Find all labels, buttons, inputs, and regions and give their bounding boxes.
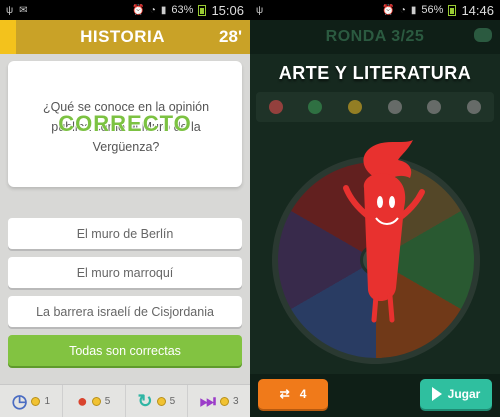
powerup-refresh[interactable]: ↻ 5	[126, 385, 189, 417]
powerup-cost: 1	[44, 395, 51, 407]
category-token-icon	[268, 100, 283, 114]
skip-icon: ⏭	[199, 390, 216, 411]
round-header: RONDA 3/25	[250, 20, 500, 54]
category-token-icon	[348, 100, 363, 114]
category-title: ARTE Y LITERATURA	[278, 63, 472, 83]
category-flag	[0, 20, 16, 54]
clock-icon: ◷	[11, 390, 28, 411]
result-banner: CORRECTO	[58, 111, 192, 136]
answer-option-4-correct[interactable]: Todas son correctas	[8, 335, 242, 366]
category-token-icon	[467, 100, 482, 114]
category-token-icon	[308, 100, 323, 114]
coin-icon	[219, 396, 229, 406]
usb-icon: ψ	[6, 4, 14, 16]
usb-icon: ψ	[256, 4, 264, 16]
coin-icon	[31, 396, 41, 406]
chat-icon[interactable]	[474, 28, 492, 42]
powerup-bar: ◷ 1 ● 5 ↻ 5 ⏭ 3	[0, 384, 250, 417]
powerup-cost: 5	[104, 395, 111, 407]
category-token-icon	[427, 100, 442, 114]
refresh-icon: ↻	[137, 390, 153, 411]
alarm-icon: ⏰	[382, 4, 395, 16]
battery-icon	[198, 4, 207, 16]
answer-option-3[interactable]: La barrera israelí de Cisjordania	[8, 296, 242, 327]
alarm-icon: ⏰	[132, 4, 145, 16]
spin-screen: ψ ⏰ ◔ ▮ 56% 14:46 RONDA 3/25 ARTE Y LITE…	[250, 0, 500, 417]
question-timer: 28'	[219, 27, 242, 46]
signal-icon: ▮	[410, 4, 417, 16]
question-card: ¿Qué se conoce en la opinión pública com…	[8, 61, 242, 187]
bomb-icon: ●	[76, 390, 88, 411]
extra-spin-count: 4	[299, 387, 307, 401]
battery-percent: 56%	[421, 4, 444, 16]
category-token-icon	[387, 100, 402, 114]
status-bar: ψ ⏰ ◔ ▮ 56% 14:46	[250, 0, 500, 20]
powerup-cost: 3	[232, 395, 239, 407]
wifi-icon: ◔	[399, 4, 406, 16]
mail-icon: ✉	[19, 4, 28, 16]
powerup-skip[interactable]: ⏭ 3	[188, 385, 250, 417]
battery-icon	[448, 4, 457, 16]
coin-icon	[156, 396, 166, 406]
answer-option-1[interactable]: El muro de Berlín	[8, 218, 242, 249]
extra-spin-button[interactable]: ⇄ 4	[258, 379, 328, 409]
clock-time: 15:06	[211, 2, 244, 18]
answer-option-2[interactable]: El muro marroquí	[8, 257, 242, 288]
powerup-time[interactable]: ◷ 1	[0, 385, 63, 417]
spin-icon: ⇄	[279, 387, 290, 401]
category-header: HISTORIA 28'	[0, 20, 250, 54]
category-title: HISTORIA	[80, 27, 165, 46]
screen: ψ ✉ ⏰ ◔ ▮ 63% 15:06 HISTORIA 28' ¿Qué se…	[0, 0, 500, 417]
clock-time: 14:46	[461, 2, 494, 18]
powerup-bomb[interactable]: ● 5	[63, 385, 126, 417]
coin-icon	[91, 396, 101, 406]
question-screen: ψ ✉ ⏰ ◔ ▮ 63% 15:06 HISTORIA 28' ¿Qué se…	[0, 0, 250, 417]
signal-icon: ▮	[160, 4, 167, 16]
play-button[interactable]: Jugar	[420, 379, 492, 409]
art-mascot-icon	[343, 140, 425, 323]
status-bar: ψ ✉ ⏰ ◔ ▮ 63% 15:06	[0, 0, 250, 20]
battery-percent: 63%	[171, 4, 194, 16]
play-icon	[431, 387, 442, 401]
powerup-cost: 5	[169, 395, 176, 407]
round-indicator: RONDA 3/25	[325, 28, 425, 45]
play-label: Jugar	[447, 387, 481, 401]
category-progress-strip	[256, 92, 494, 122]
wifi-icon: ◔	[149, 4, 156, 16]
